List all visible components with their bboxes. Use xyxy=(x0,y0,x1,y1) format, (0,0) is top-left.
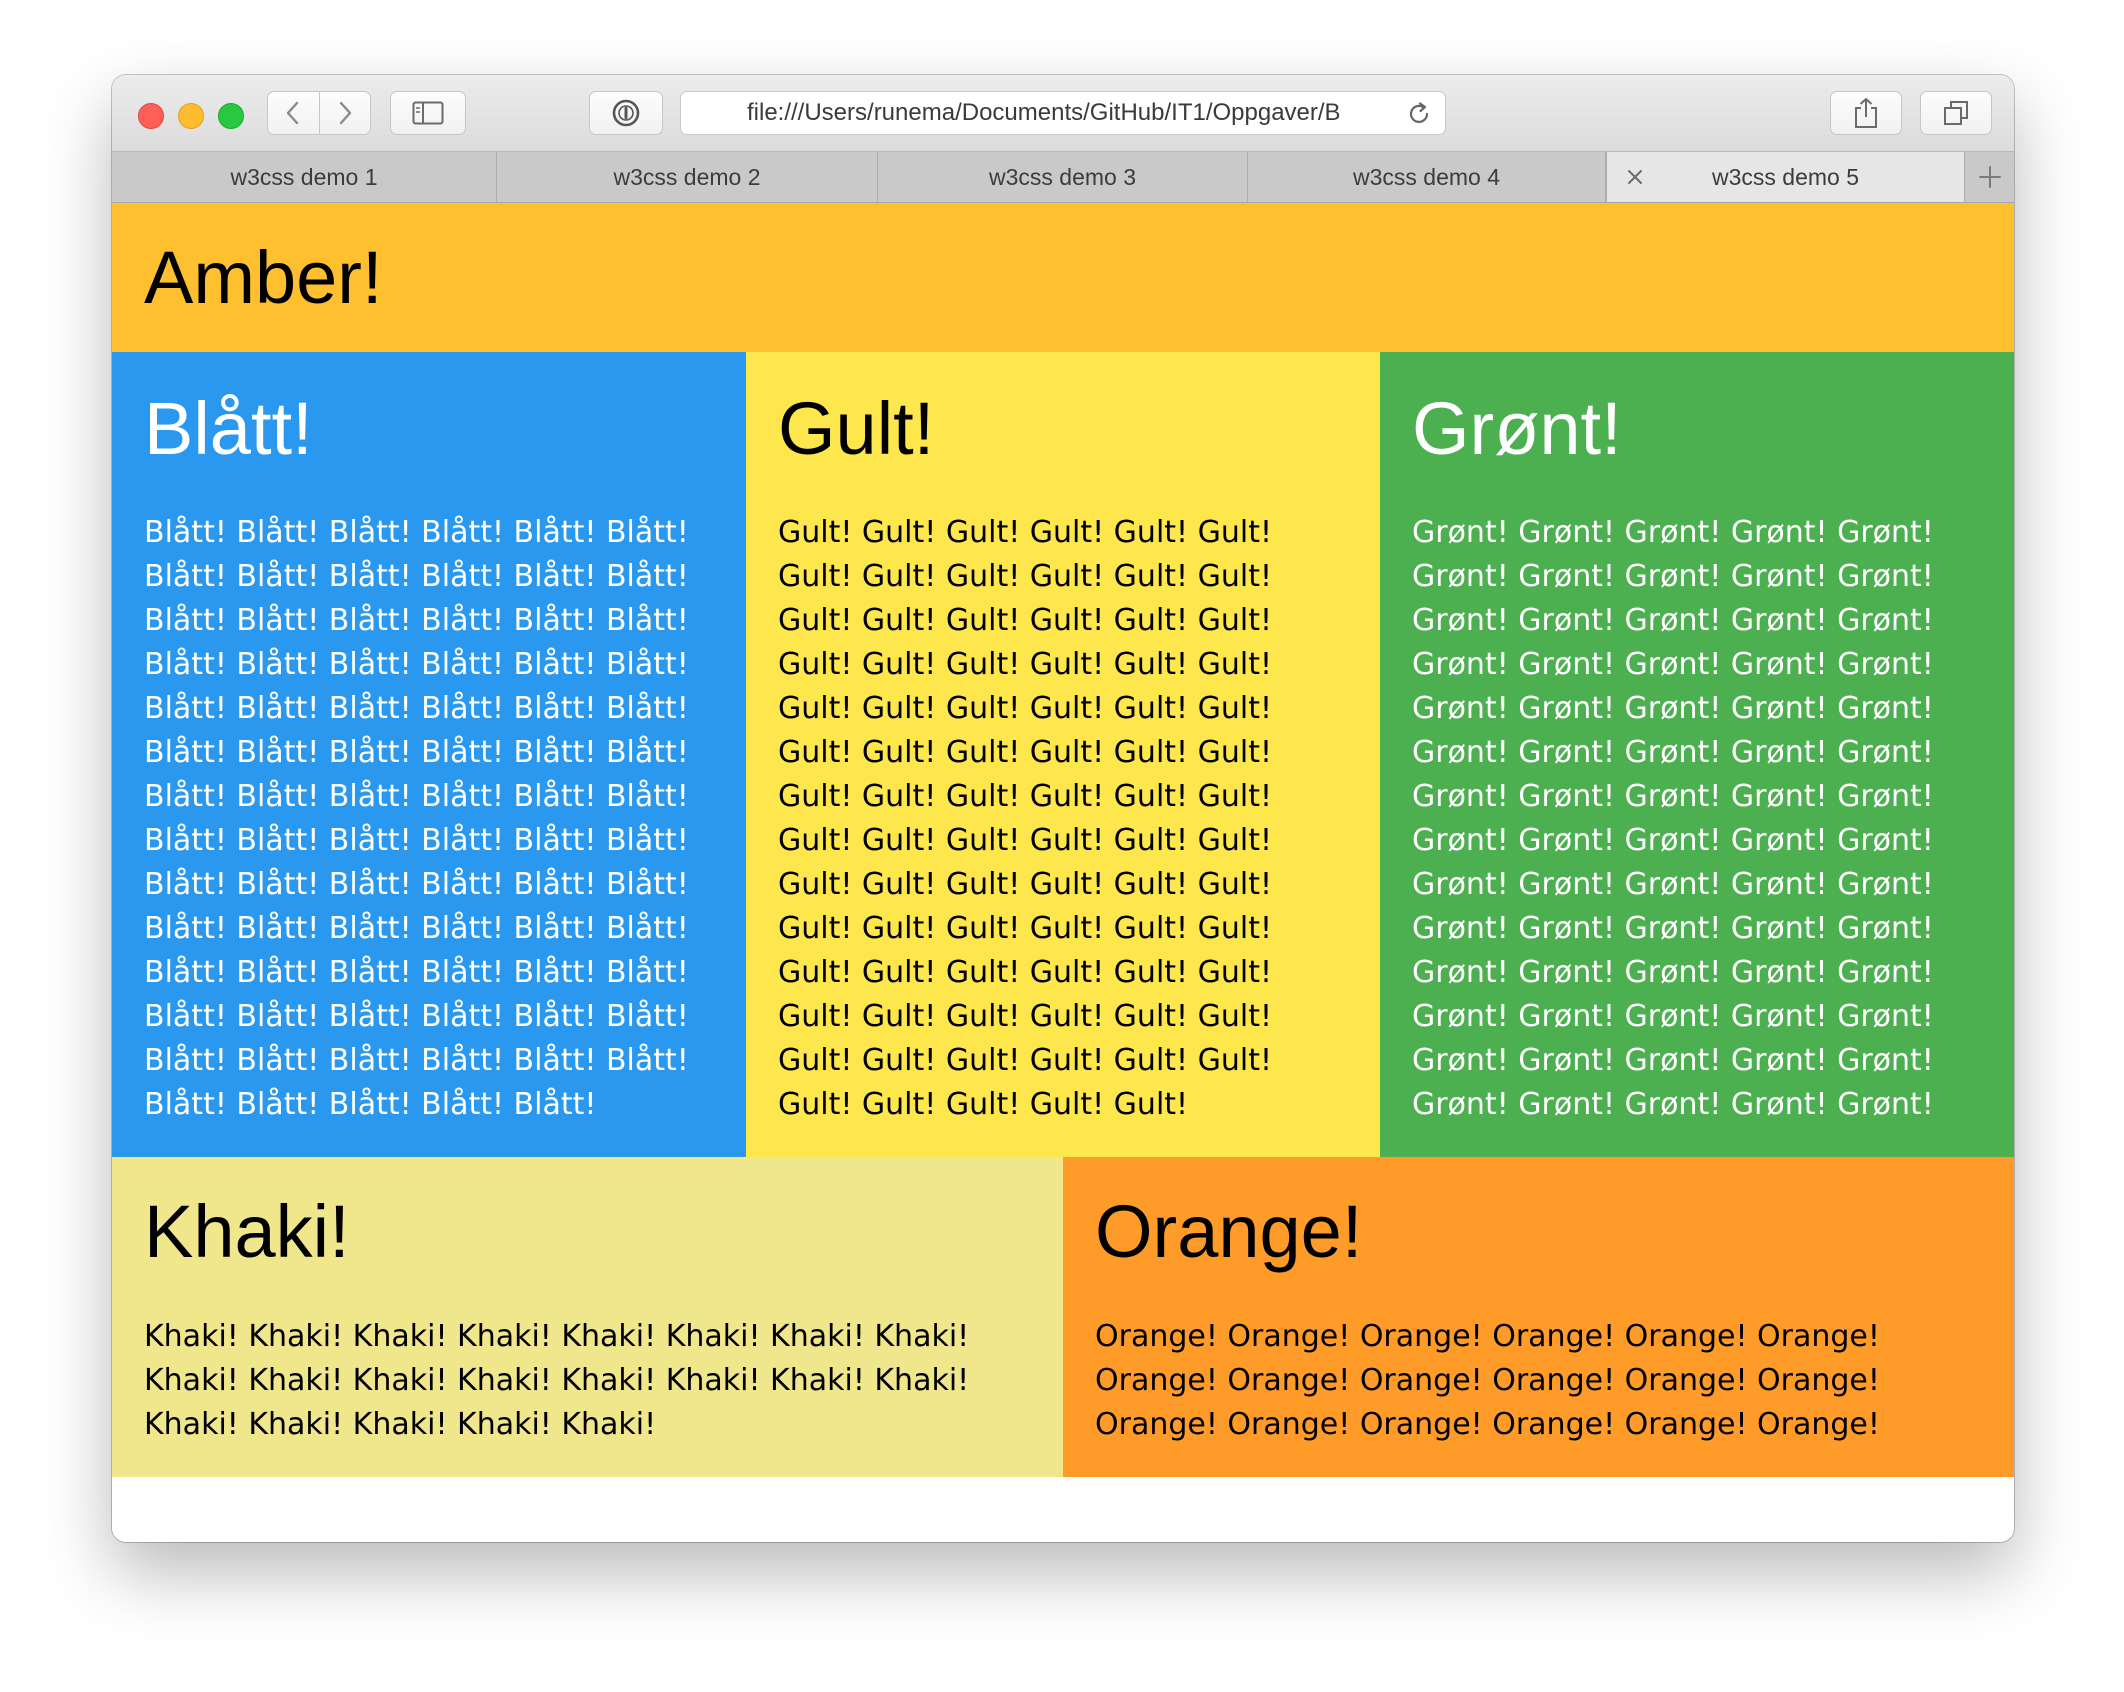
url-text: file:///Users/runema/Documents/GitHub/IT… xyxy=(747,99,1341,126)
sidebar-icon xyxy=(412,101,444,125)
tab-w3css-demo-3[interactable]: w3css demo 3 xyxy=(878,152,1248,202)
window-close-button[interactable] xyxy=(138,103,164,129)
khaki-text: Khaki! Khaki! Khaki! Khaki! Khaki! Khaki… xyxy=(144,1319,970,1442)
orange-text: Orange! Orange! Orange! Orange! Orange! … xyxy=(1095,1319,1880,1442)
chevron-right-icon xyxy=(339,101,351,125)
green-heading: Grønt! xyxy=(1412,387,1622,470)
page-content: Amber! Blått! Blått! Blått! Blått! Blått… xyxy=(112,203,2014,1542)
tab-close-button[interactable] xyxy=(1623,165,1647,189)
tab-w3css-demo-5[interactable]: w3css demo 5 xyxy=(1606,152,1965,202)
new-tab-button[interactable] xyxy=(1965,152,2014,202)
forward-button[interactable] xyxy=(320,92,371,134)
green-text: Grønt! Grønt! Grønt! Grønt! Grønt! Grønt… xyxy=(1412,515,1934,1122)
khaki-heading: Khaki! xyxy=(144,1190,350,1273)
password-manager-button[interactable] xyxy=(589,91,663,135)
window-minimize-button[interactable] xyxy=(178,103,204,129)
yellow-panel: Gult! Gult! Gult! Gult! Gult! Gult! Gult… xyxy=(746,352,1380,1157)
yellow-heading: Gult! xyxy=(778,387,935,470)
amber-heading: Amber! xyxy=(144,236,383,319)
address-bar[interactable]: file:///Users/runema/Documents/GitHub/IT… xyxy=(680,91,1446,135)
yellow-text: Gult! Gult! Gult! Gult! Gult! Gult! Gult… xyxy=(778,515,1272,1122)
plus-icon xyxy=(1978,166,2001,188)
show-all-tabs-button[interactable] xyxy=(1920,91,1992,135)
amber-panel: Amber! xyxy=(112,203,2014,352)
share-icon xyxy=(1855,98,1877,128)
password-manager-icon xyxy=(612,99,640,127)
tab-label: w3css demo 3 xyxy=(988,163,1136,190)
share-button[interactable] xyxy=(1830,91,1902,135)
tab-label: w3css demo 2 xyxy=(613,163,761,190)
browser-window: file:///Users/runema/Documents/GitHub/IT… xyxy=(112,75,2014,1542)
reload-icon[interactable] xyxy=(1405,100,1433,128)
tab-w3css-demo-1[interactable]: w3css demo 1 xyxy=(112,152,497,202)
tab-w3css-demo-4[interactable]: w3css demo 4 xyxy=(1248,152,1606,202)
tab-label: w3css demo 5 xyxy=(1711,163,1859,190)
back-button[interactable] xyxy=(268,92,320,134)
green-panel: Grønt! Grønt! Grønt! Grønt! Grønt! Grønt… xyxy=(1380,352,2014,1157)
tabs-overview-icon xyxy=(1944,101,1968,125)
khaki-panel: Khaki! Khaki! Khaki! Khaki! Khaki! Khaki… xyxy=(112,1157,1063,1477)
tab-bar: w3css demo 1 w3css demo 2 w3css demo 3 w… xyxy=(112,152,2014,203)
chevron-left-icon xyxy=(287,101,299,125)
tab-label: w3css demo 1 xyxy=(230,163,378,190)
blue-panel: Blått! Blått! Blått! Blått! Blått! Blått… xyxy=(112,352,746,1157)
navigation-buttons xyxy=(267,91,371,135)
window-zoom-button[interactable] xyxy=(218,103,244,129)
close-icon xyxy=(1628,170,1642,184)
tab-w3css-demo-2[interactable]: w3css demo 2 xyxy=(497,152,878,202)
blue-text: Blått! Blått! Blått! Blått! Blått! Blått… xyxy=(144,515,689,1122)
sidebar-toggle-button[interactable] xyxy=(390,91,466,135)
orange-heading: Orange! xyxy=(1095,1190,1363,1273)
blue-heading: Blått! xyxy=(144,387,313,470)
tab-label: w3css demo 4 xyxy=(1352,163,1500,190)
browser-toolbar: file:///Users/runema/Documents/GitHub/IT… xyxy=(112,75,2014,152)
orange-panel: Orange! Orange! Orange! Orange! Orange! … xyxy=(1063,1157,2014,1477)
